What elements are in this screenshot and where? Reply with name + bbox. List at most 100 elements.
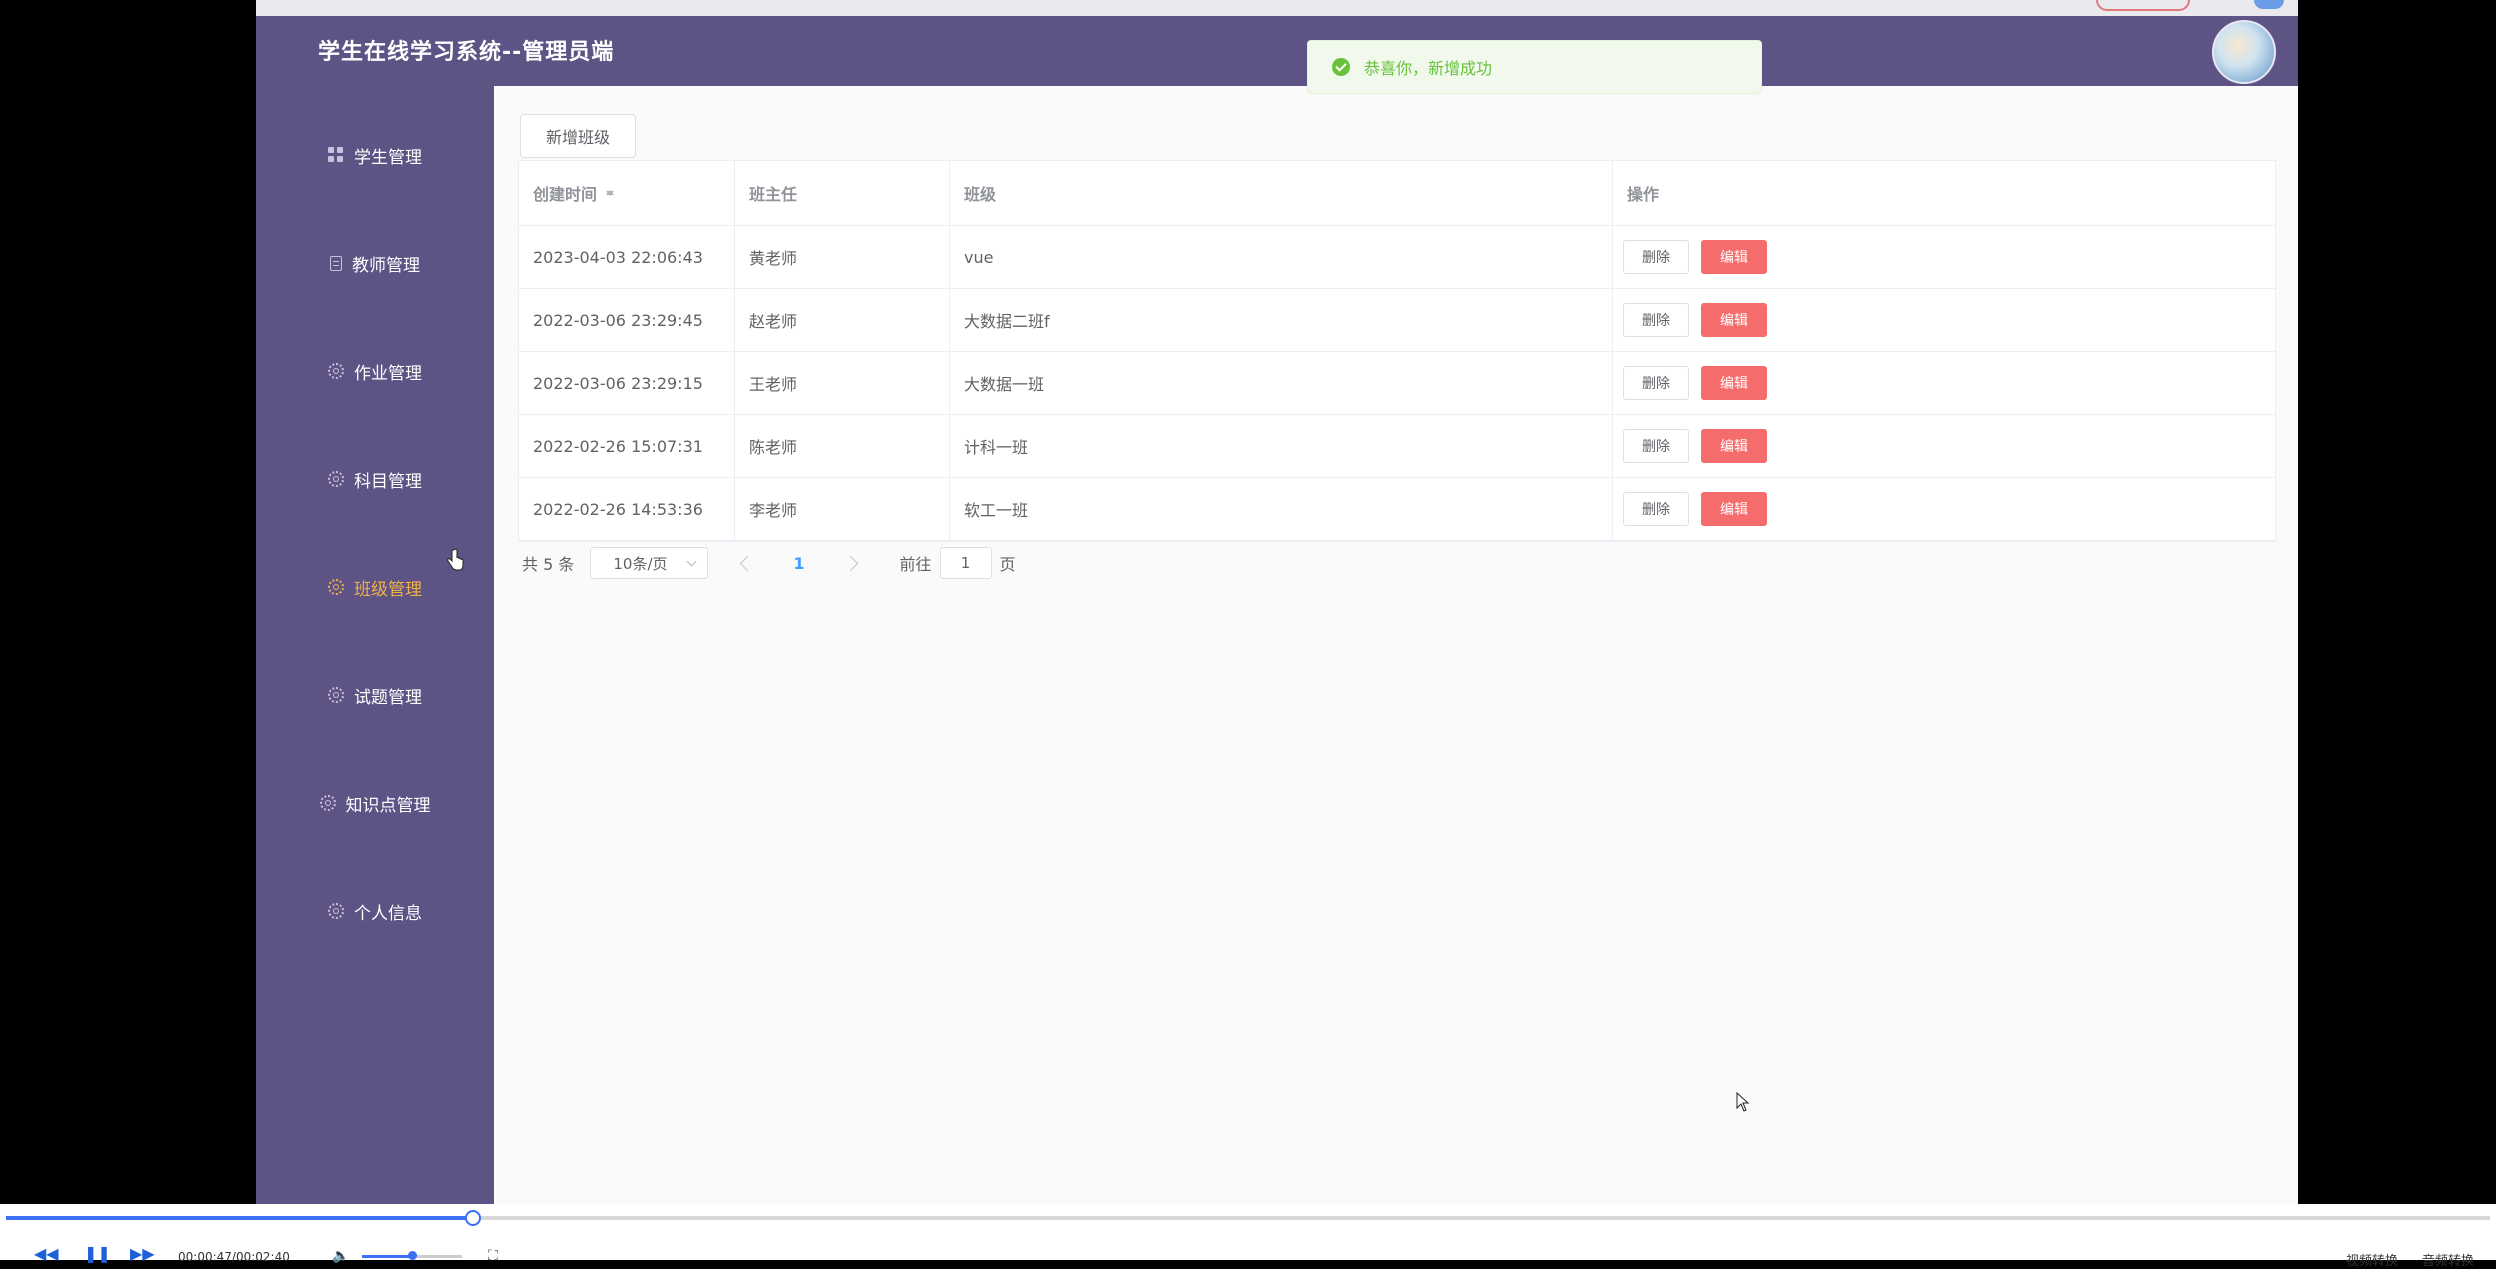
cell-teacher: 赵老师 (735, 289, 950, 351)
gear-icon (328, 363, 344, 379)
rewind-icon[interactable]: ◀◀ (34, 1244, 59, 1263)
page-number-current[interactable]: 1 (793, 554, 804, 573)
sidebar-item-4[interactable]: 班级管理 (256, 567, 494, 607)
cell-created: 2023-04-03 22:06:43 (519, 226, 735, 288)
cell-class: vue (950, 226, 1613, 288)
hand-cursor-icon (447, 548, 464, 571)
pagination: 共 5 条 10条/页 1 前往 1 页 (522, 546, 1016, 580)
sidebar-item-6[interactable]: 知识点管理 (256, 783, 494, 823)
jump-page-input[interactable]: 1 (939, 547, 992, 579)
arrow-cursor-icon (1736, 1092, 1750, 1112)
edit-button[interactable]: 编辑 (1701, 240, 1767, 274)
sidebar-item-label: 教师管理 (352, 255, 420, 276)
sort-icon[interactable] (605, 186, 615, 200)
check-circle-icon (1332, 58, 1350, 76)
edit-button[interactable]: 编辑 (1701, 492, 1767, 526)
gear-icon (328, 687, 344, 703)
edit-button[interactable]: 编辑 (1701, 429, 1767, 463)
cell-actions: 删除 编辑 (1613, 226, 2277, 288)
volume-level (362, 1255, 412, 1258)
avatar[interactable] (2212, 20, 2276, 84)
seek-progress (6, 1216, 473, 1220)
delete-button[interactable]: 删除 (1623, 492, 1689, 526)
volume-slider[interactable] (362, 1251, 462, 1260)
sidebar-item-label: 班级管理 (354, 579, 422, 600)
app-title: 学生在线学习系统--管理员端 (318, 40, 615, 65)
fast-forward-icon[interactable]: ▶▶ (130, 1244, 155, 1263)
document-icon (330, 255, 342, 271)
success-toast: 恭喜你，新增成功 (1307, 40, 1762, 94)
delete-button[interactable]: 删除 (1623, 366, 1689, 400)
sidebar-item-1[interactable]: 教师管理 (256, 243, 494, 283)
seek-bar[interactable] (6, 1210, 2490, 1226)
table-row: 2022-02-26 15:07:31 陈老师 计科一班 删除 编辑 (519, 415, 2275, 478)
cell-teacher: 李老师 (735, 478, 950, 540)
table-header-row: 创建时间 班主任 班级 操作 (519, 161, 2275, 226)
column-header-label: 创建时间 (533, 185, 598, 204)
sidebar-item-label: 试题管理 (354, 687, 422, 708)
table-row: 2022-03-06 23:29:15 王老师 大数据一班 删除 编辑 (519, 352, 2275, 415)
jump-prefix: 前往 (899, 555, 932, 574)
sidebar-item-2[interactable]: 作业管理 (256, 351, 494, 391)
sidebar-item-label: 作业管理 (354, 363, 422, 384)
delete-button[interactable]: 删除 (1623, 429, 1689, 463)
prev-page-icon[interactable] (740, 555, 756, 571)
jump-suffix: 页 (999, 555, 1016, 574)
delete-button[interactable]: 删除 (1623, 240, 1689, 274)
cell-teacher: 陈老师 (735, 415, 950, 477)
fullscreen-icon[interactable]: ⛶ (488, 1248, 498, 1264)
sidebar-item-7[interactable]: 个人信息 (256, 891, 494, 931)
cell-created: 2022-03-06 23:29:45 (519, 289, 735, 351)
app-header: 学生在线学习系统--管理员端 (256, 16, 2298, 86)
browser-toolbar-strip (256, 0, 2298, 17)
sidebar-item-label: 学生管理 (354, 147, 422, 168)
cell-actions: 删除 编辑 (1613, 352, 2277, 414)
edit-button[interactable]: 编辑 (1701, 303, 1767, 337)
main-content: 新增班级 创建时间 班主任 班级 操作 2023-04-03 22:06:43 黄… (496, 86, 2298, 1204)
column-header-created[interactable]: 创建时间 (519, 161, 735, 225)
delete-button[interactable]: 删除 (1623, 303, 1689, 337)
cell-actions: 删除 编辑 (1613, 478, 2277, 540)
column-header-class: 班级 (950, 161, 1613, 225)
playback-time: 00:00:47/00:02:40 (178, 1250, 290, 1264)
cell-class: 大数据一班 (950, 352, 1613, 414)
sidebar-item-label: 知识点管理 (345, 795, 431, 816)
add-class-button[interactable]: 新增班级 (520, 114, 636, 158)
cell-actions: 删除 编辑 (1613, 289, 2277, 351)
cell-class: 大数据二班f (950, 289, 1613, 351)
gear-icon (328, 471, 344, 487)
page-size-select[interactable]: 10条/页 (590, 547, 709, 579)
cell-created: 2022-02-26 14:53:36 (519, 478, 735, 540)
sidebar-item-label: 科目管理 (354, 471, 422, 492)
browser-chat-icon[interactable] (2254, 0, 2284, 9)
next-page-icon[interactable] (842, 555, 858, 571)
chevron-down-icon (686, 556, 697, 567)
sidebar-item-5[interactable]: 试题管理 (256, 675, 494, 715)
gear-icon (319, 795, 336, 811)
pause-icon[interactable]: ❚❚ (84, 1244, 111, 1263)
sidebar-item-3[interactable]: 科目管理 (256, 459, 494, 499)
app-window: 学生在线学习系统--管理员端 学生管理教师管理作业管理科目管理班级管理试题管理知… (256, 0, 2298, 1204)
volume-icon[interactable]: 🔈 (332, 1248, 349, 1264)
cell-class: 计科一班 (950, 415, 1613, 477)
sidebar-item-0[interactable]: 学生管理 (256, 135, 494, 175)
grid-icon (328, 147, 344, 163)
volume-handle[interactable] (408, 1251, 417, 1260)
column-header-actions: 操作 (1627, 185, 1660, 204)
cell-actions: 删除 编辑 (1613, 415, 2277, 477)
sidebar: 学生管理教师管理作业管理科目管理班级管理试题管理知识点管理个人信息 (256, 86, 494, 1204)
cell-teacher: 黄老师 (735, 226, 950, 288)
class-table: 创建时间 班主任 班级 操作 2023-04-03 22:06:43 黄老师 vue… (518, 160, 2276, 542)
gear-icon (328, 903, 344, 919)
table-row: 2023-04-03 22:06:43 黄老师 vue 删除 编辑 (519, 226, 2275, 289)
cell-teacher: 王老师 (735, 352, 950, 414)
column-header-teacher: 班主任 (735, 161, 950, 225)
browser-toolbar-button[interactable] (2096, 0, 2190, 11)
table-row: 2022-02-26 14:53:36 李老师 软工一班 删除 编辑 (519, 478, 2275, 541)
seek-handle[interactable] (464, 1210, 481, 1226)
pagination-total: 共 5 条 (522, 555, 575, 574)
sidebar-item-label: 个人信息 (354, 903, 422, 924)
gear-icon (328, 579, 344, 595)
edit-button[interactable]: 编辑 (1701, 366, 1767, 400)
cell-class: 软工一班 (950, 478, 1613, 540)
